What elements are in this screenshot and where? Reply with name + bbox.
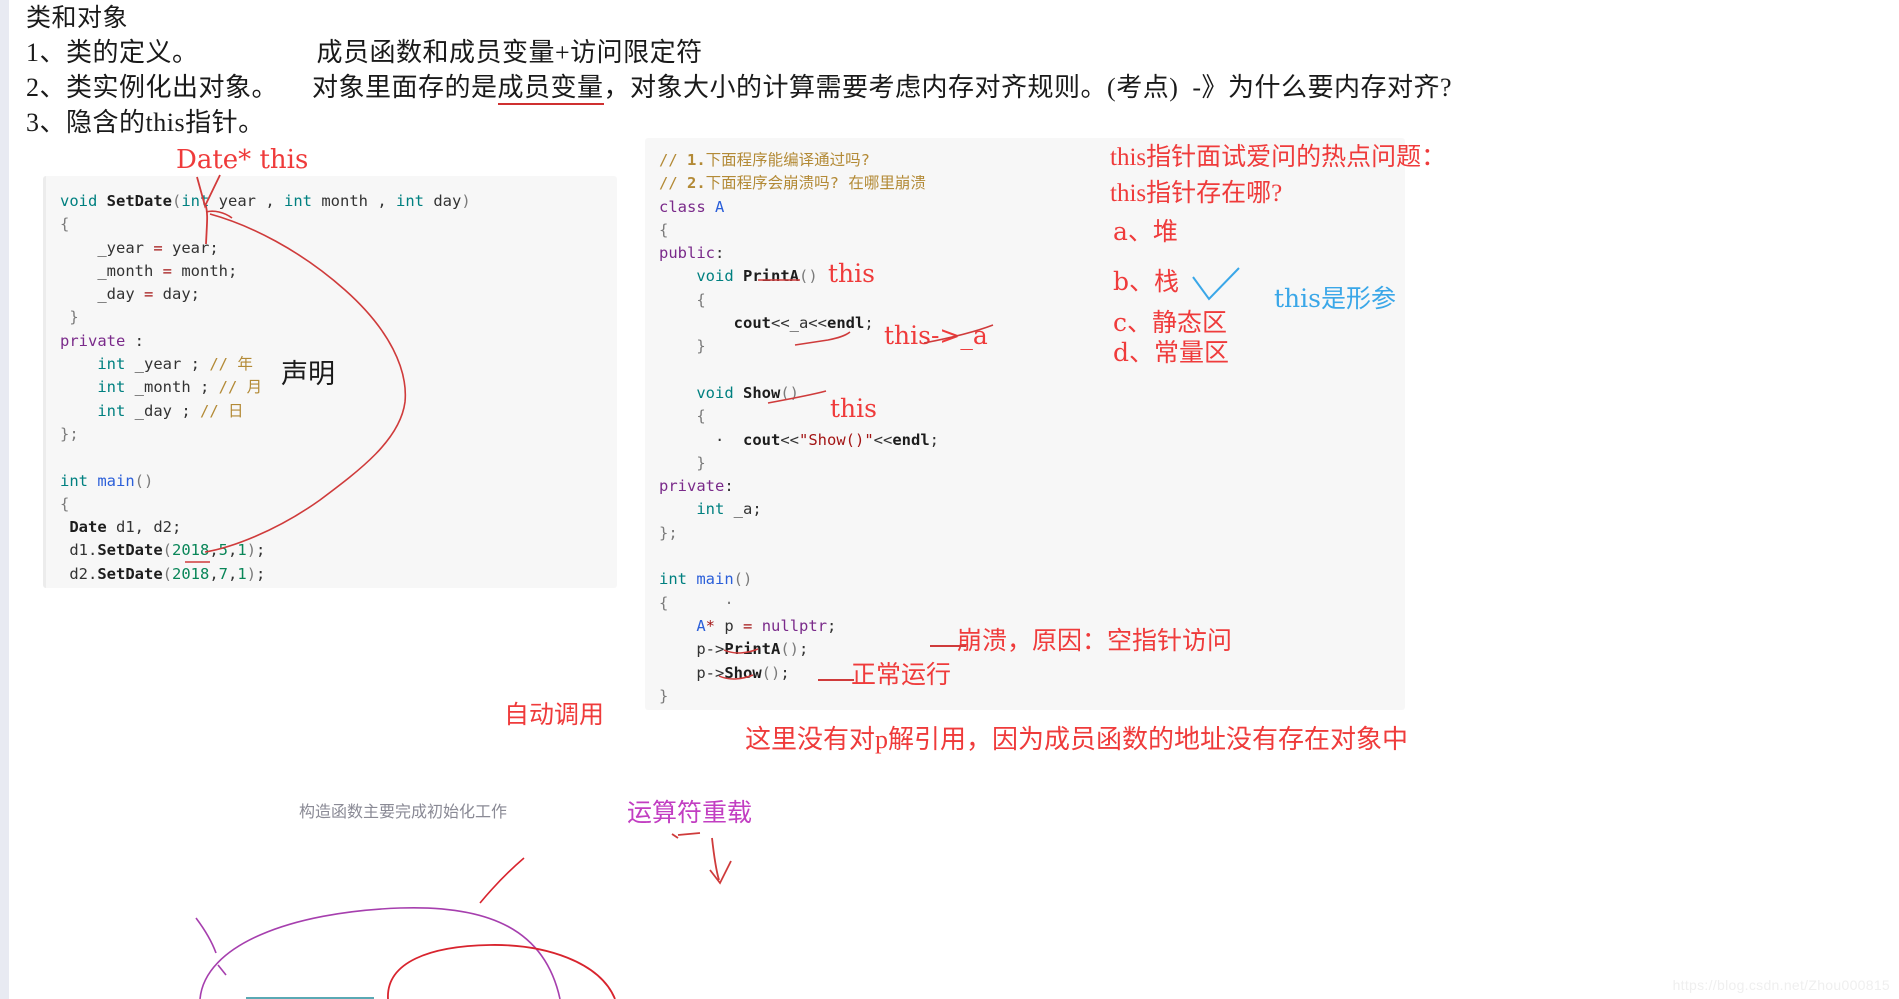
annotation-this-arrow-a: this->_a bbox=[884, 321, 988, 350]
page-title: 类和对象 bbox=[26, 5, 129, 32]
code-line: { · bbox=[659, 593, 734, 612]
code-line: int _a; bbox=[696, 500, 762, 519]
code-line: p->Show(); bbox=[659, 663, 790, 682]
code-line: // 1.下面程序能编译通过吗? bbox=[659, 151, 871, 169]
code-line: · cout<<"Show()"<<endl; bbox=[659, 430, 939, 449]
code-line: } bbox=[659, 337, 706, 356]
annotation-date-this: Date* this bbox=[176, 145, 309, 175]
page-left-rule bbox=[0, 0, 9, 999]
quiz-option-c[interactable]: c、静态区 bbox=[1113, 307, 1227, 339]
code-line: } bbox=[659, 686, 669, 705]
code-line: Date d1, d2; bbox=[69, 518, 182, 537]
quiz-option-a[interactable]: a、堆 bbox=[1113, 216, 1178, 248]
stroke-red-diagonal bbox=[479, 857, 525, 904]
heading-item-1-num: 1、类的定义。 bbox=[26, 38, 199, 67]
code-line: } bbox=[659, 453, 706, 472]
heading-underlined-term: 成员变量 bbox=[497, 73, 604, 105]
ellipse-purple-partial bbox=[199, 906, 561, 999]
heading-item-2-num: 2、类实例化出对象。 bbox=[26, 73, 279, 102]
code-line: { bbox=[659, 407, 706, 426]
heading-item-2: 2、类实例化出对象。 对象里面存的是成员变量，对象大小的计算需要考虑内存对齐规则。… bbox=[26, 70, 1786, 105]
code-line: { bbox=[659, 220, 669, 239]
quiz-question-2: this指针存在哪? bbox=[1110, 180, 1283, 207]
code-line: cout<<_a<<endl; bbox=[733, 314, 874, 333]
code-line: d1.SetDate(2018,5,1); bbox=[60, 541, 266, 560]
code-line: // 2.下面程序会崩溃吗? 在哪里崩溃 bbox=[659, 174, 926, 193]
code-line: void Show() bbox=[696, 383, 799, 402]
code-line: }; bbox=[60, 424, 79, 443]
code-line: int _month ; // 月 bbox=[97, 378, 263, 397]
heading-item-2-detail-a: 对象里面存的是 bbox=[312, 73, 498, 102]
stroke-purple-tick bbox=[195, 917, 227, 976]
code-line: int main() bbox=[659, 570, 753, 589]
code-line: p->PrintA(); bbox=[659, 640, 809, 659]
code-line: class A bbox=[659, 197, 725, 216]
code-line: { bbox=[60, 215, 70, 234]
code-line: int main() bbox=[60, 471, 154, 490]
code-line: { bbox=[60, 494, 70, 513]
code-line: void SetDate(int year , int month , int … bbox=[60, 192, 471, 210]
quiz-option-b[interactable]: b、栈 bbox=[1113, 266, 1179, 298]
annotation-constructor-note: 构造函数主要完成初始化工作 bbox=[299, 804, 508, 821]
annotation-crash-note: 崩溃，原因：空指针访问 bbox=[957, 628, 1233, 655]
page-heading: 类和对象 1、类的定义。 成员函数和成员变量+访问限定符 2、类实例化出对象。 对象… bbox=[26, 2, 1786, 140]
quiz-option-d[interactable]: d、常量区 bbox=[1113, 337, 1229, 369]
annotation-this-printa: this bbox=[828, 259, 875, 288]
heading-item-1: 1、类的定义。 成员函数和成员变量+访问限定符 bbox=[26, 35, 1786, 70]
annotation-this-show: this bbox=[830, 394, 877, 423]
annotation-deref-note: 这里没有对p解引用，因为成员函数的地址没有存在对象中 bbox=[745, 725, 1409, 754]
watermark: https://blog.csdn.net/Zhou000815 bbox=[1672, 977, 1890, 993]
code-line: d2.SetDate(2018,7,1); bbox=[60, 564, 266, 583]
annotation-this-is-param: this是形参 bbox=[1274, 284, 1396, 313]
annotation-normal-run: 正常运行 bbox=[851, 662, 952, 689]
heading-item-3: 3、隐含的this指针。 bbox=[26, 108, 265, 137]
right-code-panel[interactable]: // 1.下面程序能编译通过吗? // 2.下面程序会崩溃吗? 在哪里崩溃 cl… bbox=[645, 138, 1405, 710]
code-line: { bbox=[659, 290, 706, 309]
code-line: public: bbox=[659, 244, 725, 263]
heading-item-2-detail-b: ，对象大小的计算需要考虑内存对齐规则。(考点) -》为什么要内存对齐? bbox=[603, 73, 1453, 102]
heading-item-1-detail: 成员函数和成员变量+访问限定符 bbox=[316, 38, 703, 67]
code-line: void PrintA() bbox=[696, 267, 818, 286]
code-line: int _day ; // 日 bbox=[97, 401, 244, 420]
annotation-operator-overload: 运算符重载 bbox=[627, 800, 753, 827]
annotation-declaration: 声明 bbox=[281, 359, 335, 389]
code-line: _day = day; bbox=[60, 285, 201, 304]
annotation-auto-call: 自动调用 bbox=[504, 702, 605, 729]
code-line: A* p = nullptr; bbox=[696, 616, 837, 635]
quiz-question-1: this指针面试爱问的热点问题： bbox=[1110, 144, 1447, 171]
code-line: private : bbox=[60, 331, 144, 350]
code-line: private: bbox=[659, 477, 734, 496]
ellipse-red-partial bbox=[387, 944, 616, 999]
code-line: } bbox=[60, 308, 79, 327]
code-line: _year = year; bbox=[60, 238, 219, 257]
code-line: _month = month; bbox=[60, 261, 238, 280]
code-line: int _year ; // 年 bbox=[97, 355, 253, 374]
code-line: }; bbox=[659, 523, 678, 542]
arrow-deref-note bbox=[671, 832, 732, 885]
